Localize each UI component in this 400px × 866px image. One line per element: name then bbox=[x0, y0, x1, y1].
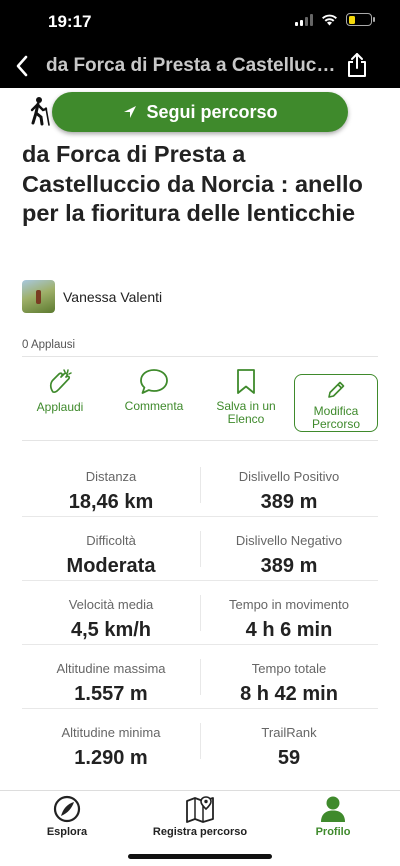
explore-compass-icon bbox=[53, 795, 81, 823]
save-to-list-button[interactable]: Salva in un Elenco bbox=[202, 368, 290, 426]
status-bar: 19:17 bbox=[0, 0, 400, 44]
divider bbox=[22, 356, 378, 357]
wifi-icon bbox=[322, 14, 337, 25]
follow-route-button[interactable]: Segui percorso bbox=[52, 92, 348, 132]
status-time: 19:17 bbox=[48, 12, 92, 31]
comment-button[interactable]: Commenta bbox=[110, 368, 198, 413]
stats-row: Difficoltà Moderata Dislivello Negativo … bbox=[22, 517, 378, 581]
tab-explore-label: Esplora bbox=[46, 826, 88, 838]
stat-value: 59 bbox=[277, 747, 301, 769]
stat-trailrank: TrailRank 59 bbox=[200, 709, 378, 770]
trail-title: da Forca di Presta a Castelluccio da Nor… bbox=[22, 141, 363, 226]
battery-icon bbox=[346, 13, 375, 26]
stat-value: 18,46 km bbox=[68, 491, 154, 513]
edit-route-button[interactable]: Modifica Percorso bbox=[294, 374, 378, 432]
stat-value: 389 m bbox=[260, 491, 318, 513]
stat-label: Velocità media bbox=[68, 597, 154, 612]
navigation-bar: da Forca di Presta a Castelluccio da Nor… bbox=[0, 44, 400, 88]
tab-record-route[interactable]: Registra percorso bbox=[150, 795, 250, 838]
stat-value: 8 h 42 min bbox=[240, 683, 338, 705]
stats-row: Altitudine minima 1.290 m TrailRank 59 bbox=[22, 709, 378, 773]
share-icon bbox=[348, 53, 366, 77]
stat-label: Tempo in movimento bbox=[229, 597, 349, 612]
navigation-arrow-icon bbox=[124, 106, 137, 118]
action-bar: Applaudi Commenta Salva in un Elenco Mod… bbox=[22, 368, 378, 434]
stat-max-altitude: Altitudine massima 1.557 m bbox=[22, 645, 200, 706]
author-name[interactable]: Vanessa Valenti bbox=[63, 289, 162, 305]
stats-row: Distanza 18,46 km Dislivello Positivo 38… bbox=[22, 453, 378, 517]
stat-min-altitude: Altitudine minima 1.290 m bbox=[22, 709, 200, 770]
author[interactable]: Vanessa Valenti bbox=[22, 280, 162, 313]
stat-label: Distanza bbox=[85, 469, 137, 484]
stats-row: Altitudine massima 1.557 m Tempo totale … bbox=[22, 645, 378, 709]
stat-value: 4,5 km/h bbox=[70, 619, 152, 641]
stat-value: 4 h 6 min bbox=[245, 619, 333, 641]
divider bbox=[22, 440, 378, 441]
stat-label: Altitudine massima bbox=[56, 661, 166, 676]
back-button[interactable] bbox=[8, 52, 36, 80]
stat-elevation-gain: Dislivello Positivo 389 m bbox=[200, 453, 378, 514]
stat-value: 1.557 m bbox=[74, 683, 148, 705]
stat-total-time: Tempo totale 8 h 42 min bbox=[200, 645, 378, 706]
stat-moving-time: Tempo in movimento 4 h 6 min bbox=[200, 581, 378, 642]
follow-route-label: Segui percorso bbox=[146, 101, 278, 122]
stat-label: TrailRank bbox=[261, 725, 317, 740]
stat-value: 389 m bbox=[260, 555, 318, 577]
home-indicator bbox=[128, 854, 272, 859]
edit-route-label: Modifica Percorso bbox=[311, 404, 361, 431]
cellular-signal-icon bbox=[295, 13, 313, 26]
comment-bubble-icon bbox=[140, 369, 168, 394]
stat-value: Moderata bbox=[66, 555, 156, 577]
stat-label: Difficoltà bbox=[86, 533, 136, 548]
avatar[interactable] bbox=[22, 280, 55, 313]
stat-distance: Distanza 18,46 km bbox=[22, 453, 200, 514]
applause-count[interactable]: 0 Applausi bbox=[22, 339, 75, 351]
applaud-label: Applaudi bbox=[36, 400, 84, 414]
save-to-list-label: Salva in un Elenco bbox=[216, 399, 276, 426]
bookmark-icon bbox=[237, 369, 255, 394]
clap-icon bbox=[49, 369, 72, 394]
map-pin-icon bbox=[186, 796, 214, 823]
stats-grid: Distanza 18,46 km Dislivello Positivo 38… bbox=[22, 453, 378, 773]
stat-value: 1.290 m bbox=[74, 747, 148, 769]
stat-label: Dislivello Positivo bbox=[238, 469, 340, 484]
tab-profile-label: Profilo bbox=[315, 826, 351, 838]
stat-label: Tempo totale bbox=[251, 661, 327, 676]
stat-elevation-loss: Dislivello Negativo 389 m bbox=[200, 517, 378, 578]
follow-row: Segui percorso bbox=[0, 88, 400, 134]
stat-label: Dislivello Negativo bbox=[235, 533, 343, 548]
pencil-icon bbox=[328, 381, 345, 398]
profile-user-icon bbox=[321, 796, 345, 822]
chevron-left-icon bbox=[16, 55, 28, 77]
stat-average-speed: Velocità media 4,5 km/h bbox=[22, 581, 200, 642]
hiker-icon bbox=[30, 97, 50, 126]
stat-difficulty: Difficoltà Moderata bbox=[22, 517, 200, 578]
tab-explore[interactable]: Esplora bbox=[40, 795, 94, 838]
tab-profile[interactable]: Profilo bbox=[310, 795, 356, 838]
stat-label: Altitudine minima bbox=[61, 725, 161, 740]
battery-level bbox=[348, 15, 355, 24]
applaud-button[interactable]: Applaudi bbox=[20, 368, 100, 414]
stats-row: Velocità media 4,5 km/h Tempo in movimen… bbox=[22, 581, 378, 645]
comment-label: Commenta bbox=[124, 399, 184, 413]
status-icons bbox=[295, 13, 375, 26]
nav-title: da Forca di Presta a Castelluccio da Nor… bbox=[46, 55, 336, 76]
share-button[interactable] bbox=[346, 52, 370, 78]
tab-record-route-label: Registra percorso bbox=[152, 826, 248, 838]
